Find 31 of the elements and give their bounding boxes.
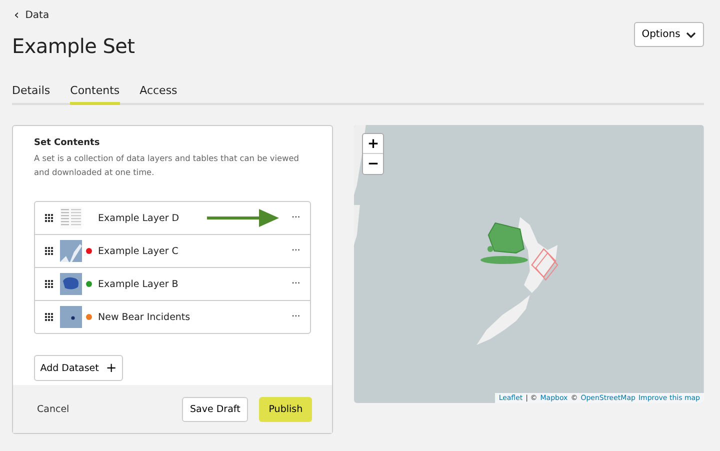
drag-handle-icon[interactable] [45, 214, 53, 222]
options-button[interactable]: Options [634, 22, 704, 47]
drag-handle-icon[interactable] [45, 246, 53, 256]
add-dataset-button[interactable]: Add Dataset + [34, 355, 123, 381]
more-menu-button[interactable]: ··· [292, 312, 300, 322]
layer-name: New Bear Incidents [98, 312, 190, 322]
cancel-button[interactable]: Cancel [37, 404, 70, 414]
more-menu-button[interactable]: ··· [292, 279, 300, 289]
section-description: A set is a collection of data layers and tables that can be viewed and downloaded at one time. [34, 152, 300, 179]
zoom-in-button[interactable]: + [363, 134, 384, 154]
drag-handle-icon[interactable] [45, 280, 53, 288]
layer-name: Example Layer D [98, 212, 180, 224]
publish-button[interactable]: Publish [259, 396, 312, 422]
back-link[interactable]: ‹ Data [14, 8, 135, 22]
tab[interactable]: Contents [70, 84, 120, 105]
layer-row[interactable]: Example Layer D ··· [35, 202, 310, 235]
layer-row[interactable]: New Bear Incidents ··· [35, 301, 310, 333]
zoom-out-button[interactable]: − [363, 154, 384, 174]
more-menu-button[interactable]: ··· [292, 246, 300, 256]
drag-handle-icon[interactable] [45, 312, 53, 322]
layer-row[interactable]: Example Layer C ··· [35, 235, 310, 268]
tab[interactable]: Access [140, 84, 178, 105]
layer-name: Example Layer C [98, 246, 178, 256]
chevron-down-icon [686, 32, 696, 38]
tab[interactable]: Details [12, 84, 50, 105]
section-heading: Set Contents [34, 138, 101, 148]
layer-name: Example Layer B [98, 278, 178, 290]
layer-row[interactable]: Example Layer B ··· [35, 268, 310, 301]
save-draft-button[interactable]: Save Draft [182, 396, 248, 422]
page-title: Example Set [12, 34, 135, 58]
more-menu-button[interactable]: ··· [292, 213, 300, 223]
